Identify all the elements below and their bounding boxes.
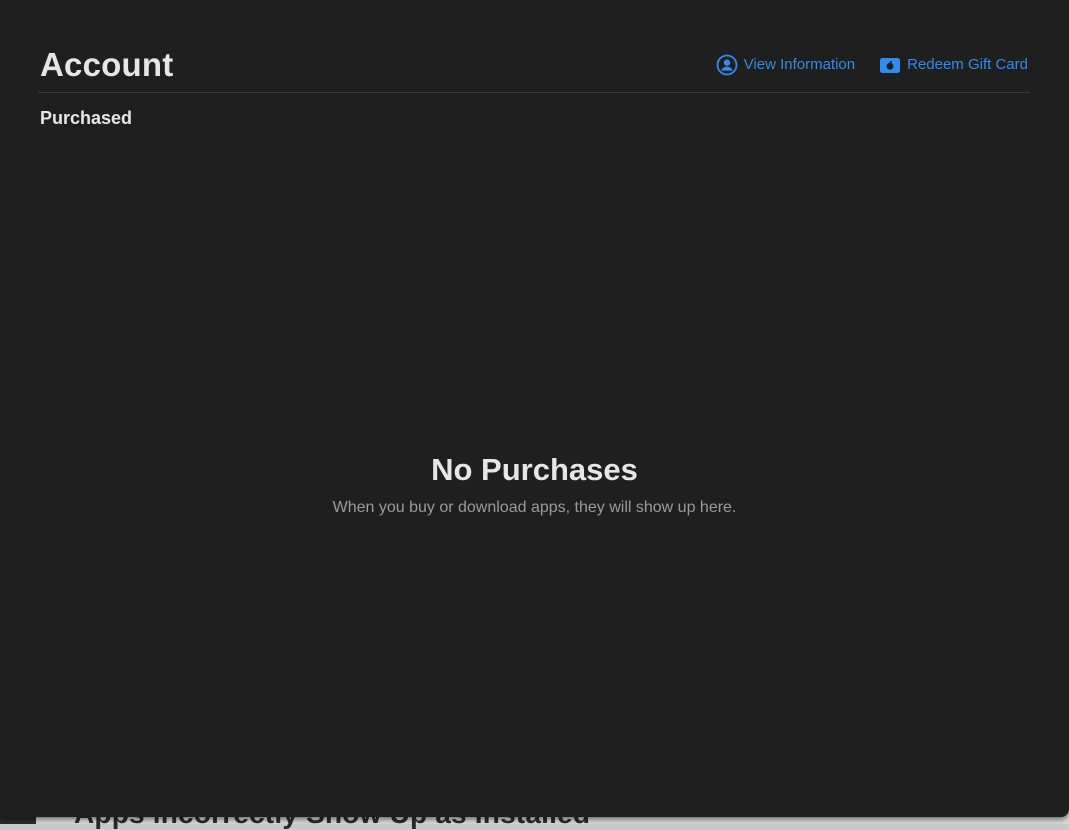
view-information-label: View Information (743, 56, 856, 73)
empty-state-subtitle: When you buy or download apps, they will… (332, 499, 737, 516)
empty-state: No Purchases When you buy or download ap… (0, 450, 1069, 518)
person-circle-icon (716, 54, 738, 76)
redeem-gift-card-button[interactable]: Redeem Gift Card (879, 54, 1028, 76)
header-divider (38, 92, 1030, 93)
redeem-gift-card-label: Redeem Gift Card (907, 56, 1028, 73)
account-header: Account View Information Redeem Gift Car… (40, 40, 1030, 92)
account-window: Account View Information Redeem Gift Car… (0, 0, 1069, 817)
gift-card-icon (879, 54, 901, 76)
empty-state-title: No Purchases (431, 452, 638, 487)
page-title: Account (40, 46, 174, 83)
header-actions: View Information Redeem Gift Card (716, 54, 1028, 76)
purchased-section-label: Purchased (40, 108, 133, 128)
view-information-button[interactable]: View Information (716, 54, 855, 76)
